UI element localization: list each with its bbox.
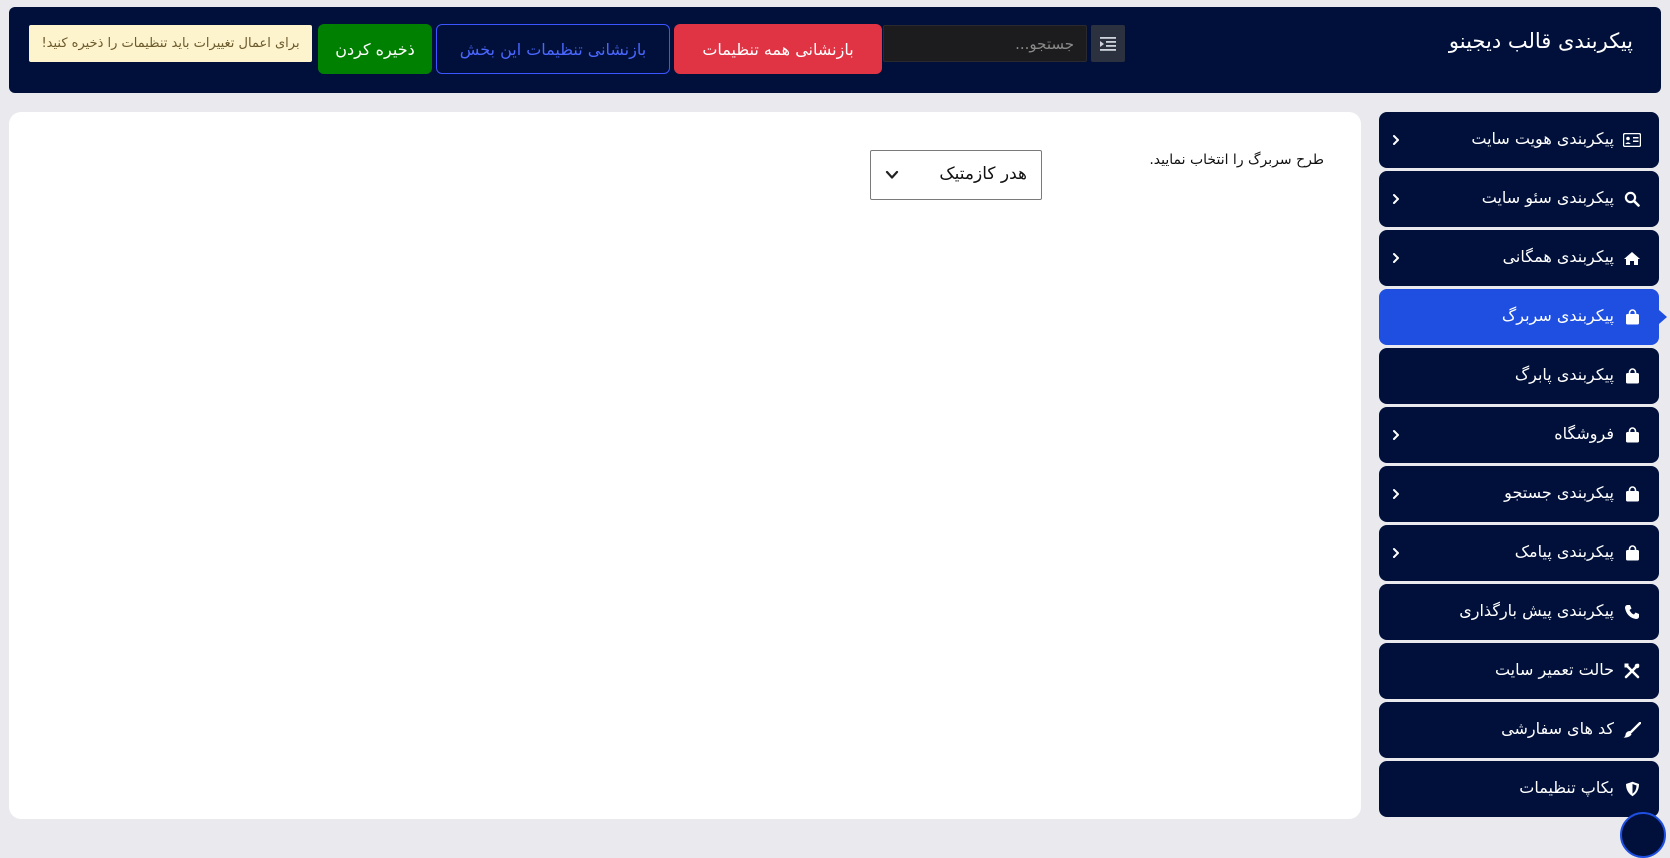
sidebar-item-general[interactable]: پیکربندی همگانی (1379, 230, 1659, 286)
page-title: پیکربندی قالب دیجینو (1448, 29, 1633, 53)
brush-icon (1623, 722, 1641, 738)
shield-icon (1623, 781, 1641, 797)
header-layout-label: طرح سربرگ را انتخاب نمایید. (1149, 152, 1324, 168)
sidebar-item-label: پیکربندی پیش بارگذاری (1459, 601, 1614, 620)
header-layout-selected-value: هدر کازمتیک (939, 164, 1027, 184)
chevron-right-icon (1393, 548, 1399, 558)
sidebar-item-footer[interactable]: پیکربندی پابرگ (1379, 348, 1659, 404)
sidebar-item-maintenance[interactable]: حالت تعمیر سایت (1379, 643, 1659, 699)
sidebar-item-label: کد های سفارشی (1501, 719, 1614, 738)
sidebar-item-label: پیکربندی پیامک (1514, 542, 1614, 561)
chevron-right-icon (1393, 194, 1399, 204)
reset-section-settings-button[interactable]: بازنشانی تنظیمات این بخش (436, 24, 670, 74)
chevron-right-icon (1393, 489, 1399, 499)
chevron-right-icon (1393, 430, 1399, 440)
sidebar-item-label: پیکربندی همگانی (1502, 247, 1614, 266)
sidebar-item-label: پیکربندی سربرگ (1501, 306, 1614, 325)
sidebar-item-sms[interactable]: پیکربندی پیامک (1379, 525, 1659, 581)
menu-toggle-button[interactable] (1091, 25, 1125, 62)
sidebar-item-label: پیکربندی سئو سایت (1481, 188, 1614, 207)
sidebar-item-backup[interactable]: بکاپ تنظیمات (1379, 761, 1659, 817)
save-button[interactable]: ذخیره کردن (318, 24, 432, 74)
shopping-bag-icon (1623, 368, 1641, 384)
home-icon (1623, 250, 1641, 266)
sidebar-item-site-identity[interactable]: پیکربندی هویت سایت (1379, 112, 1659, 168)
sidebar-item-header[interactable]: پیکربندی سربرگ (1379, 289, 1667, 345)
sidebar-item-label: حالت تعمیر سایت (1494, 660, 1614, 679)
shopping-bag-icon (1623, 309, 1641, 325)
sidebar-item-shop[interactable]: فروشگاه (1379, 407, 1659, 463)
top-header-bar: پیکربندی قالب دیجینو بازنشانی همه تنظیما… (9, 7, 1661, 93)
search-icon (1623, 191, 1641, 207)
sidebar-item-preloader[interactable]: پیکربندی پیش بارگذاری (1379, 584, 1659, 640)
sidebar-item-seo[interactable]: پیکربندی سئو سایت (1379, 171, 1659, 227)
sidebar-item-label: پیکربندی پابرگ (1514, 365, 1614, 384)
sidebar-item-label: پیکربندی هویت سایت (1471, 129, 1614, 148)
header-layout-select[interactable]: هدر کازمتیک (870, 150, 1042, 200)
sidebar-item-search[interactable]: پیکربندی جستجو (1379, 466, 1659, 522)
id-card-icon (1623, 132, 1641, 148)
indent-list-icon (1100, 36, 1116, 51)
chevron-right-icon (1393, 135, 1399, 145)
chevron-down-icon (885, 170, 899, 179)
sidebar-item-label: بکاپ تنظیمات (1519, 778, 1614, 797)
sidebar-item-label: فروشگاه (1554, 424, 1614, 443)
reset-all-settings-button[interactable]: بازنشانی همه تنظیمات (674, 24, 882, 74)
shopping-bag-icon (1623, 427, 1641, 443)
chevron-right-icon (1393, 253, 1399, 263)
search-input[interactable] (883, 25, 1087, 62)
shopping-bag-icon (1623, 486, 1641, 502)
sidebar-item-label: پیکربندی جستجو (1504, 483, 1614, 502)
phone-icon (1623, 604, 1641, 620)
scroll-top-button[interactable] (1620, 812, 1666, 858)
save-notice: برای اعمال تغییرات باید تنظیمات را ذخیره… (29, 25, 312, 62)
settings-content-panel: طرح سربرگ را انتخاب نمایید. هدر کازمتیک (9, 112, 1361, 819)
sidebar-item-custom-code[interactable]: کد های سفارشی (1379, 702, 1659, 758)
shopping-bag-icon (1623, 545, 1641, 561)
tools-icon (1623, 663, 1641, 679)
